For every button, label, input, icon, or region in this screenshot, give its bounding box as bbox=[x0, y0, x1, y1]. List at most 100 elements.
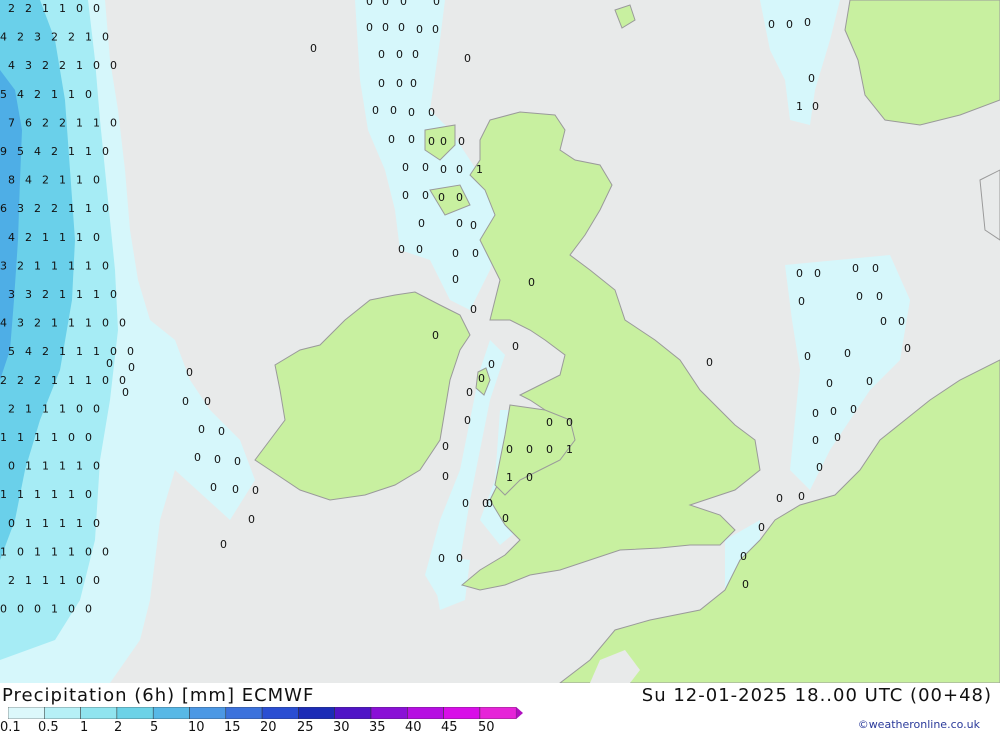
precip-value: 1 bbox=[76, 345, 83, 358]
legend-swatch bbox=[225, 707, 263, 719]
credit-text[interactable]: ©weatheronline.co.uk bbox=[858, 718, 980, 731]
precip-value: 1 bbox=[68, 202, 75, 215]
precip-value: 0 bbox=[85, 88, 92, 101]
precip-value: 0 bbox=[382, 0, 389, 8]
precip-value: 1 bbox=[59, 2, 66, 15]
precip-value: 1 bbox=[85, 202, 92, 215]
precip-value: 0 bbox=[102, 145, 109, 158]
precip-value: 2 bbox=[17, 374, 24, 387]
precip-value: 2 bbox=[42, 288, 49, 301]
precip-value: 0 bbox=[470, 219, 477, 232]
precip-value: 0 bbox=[93, 460, 100, 473]
precip-value: 0 bbox=[428, 106, 435, 119]
precip-value: 0 bbox=[372, 104, 379, 117]
legend-swatch bbox=[44, 707, 81, 719]
precip-value: 0 bbox=[782, 0, 789, 3]
precip-value: 1 bbox=[51, 603, 58, 616]
precip-value: 0 bbox=[93, 2, 100, 15]
precip-value: 0 bbox=[68, 431, 75, 444]
precip-value: 0 bbox=[442, 470, 449, 483]
precip-value: 0 bbox=[800, 0, 807, 3]
precip-value: 4 bbox=[0, 317, 7, 330]
precip-value: 2 bbox=[25, 231, 32, 244]
precip-value: 2 bbox=[51, 31, 58, 44]
precip-value: 0 bbox=[218, 425, 225, 438]
precip-value: 0 bbox=[470, 303, 477, 316]
precip-value: 0 bbox=[106, 357, 113, 370]
precip-value: 0 bbox=[248, 513, 255, 526]
precip-value: 2 bbox=[51, 145, 58, 158]
precip-value: 3 bbox=[0, 259, 7, 272]
precip-value: 0 bbox=[850, 403, 857, 416]
precip-value: 0 bbox=[830, 405, 837, 418]
precip-value: 1 bbox=[34, 259, 41, 272]
precip-value: 0 bbox=[898, 315, 905, 328]
precip-value: 0 bbox=[194, 451, 201, 464]
precip-value: 0 bbox=[366, 21, 373, 34]
precip-value: 1 bbox=[59, 574, 66, 587]
legend-swatch bbox=[116, 707, 154, 719]
precip-value: 0 bbox=[816, 461, 823, 474]
precip-value: 2 bbox=[17, 259, 24, 272]
precip-value: 0 bbox=[76, 402, 83, 415]
precip-value: 4 bbox=[17, 88, 24, 101]
precip-value: 2 bbox=[51, 202, 58, 215]
precip-value: 0 bbox=[232, 483, 239, 496]
precip-value: 9 bbox=[0, 145, 7, 158]
precip-value: 0 bbox=[438, 191, 445, 204]
precip-value: 0 bbox=[438, 552, 445, 565]
precip-value: 2 bbox=[42, 174, 49, 187]
precip-value: 0 bbox=[416, 23, 423, 36]
precip-value: 1 bbox=[25, 574, 32, 587]
precip-value: 4 bbox=[0, 31, 7, 44]
precip-value: 0 bbox=[396, 77, 403, 90]
precip-value: 0 bbox=[488, 358, 495, 371]
precip-value: 0 bbox=[432, 23, 439, 36]
precip-value: 0 bbox=[422, 189, 429, 202]
precip-value: 0 bbox=[252, 484, 259, 497]
precip-value: 1 bbox=[42, 460, 49, 473]
precip-value: 0 bbox=[102, 545, 109, 558]
precip-value: 0 bbox=[844, 347, 851, 360]
precip-value: 1 bbox=[76, 517, 83, 530]
precip-value: 0 bbox=[466, 386, 473, 399]
precip-value: 1 bbox=[59, 288, 66, 301]
legend-swatch bbox=[407, 707, 444, 719]
precip-value: 0 bbox=[412, 48, 419, 61]
precip-value: 3 bbox=[25, 288, 32, 301]
precip-value: 0 bbox=[456, 217, 463, 230]
precip-value: 0 bbox=[410, 77, 417, 90]
precip-value: 0 bbox=[452, 247, 459, 260]
precip-value: 0 bbox=[93, 59, 100, 72]
precip-value: 3 bbox=[17, 202, 24, 215]
precip-value: 1 bbox=[476, 163, 483, 176]
precip-value: 0 bbox=[462, 497, 469, 510]
precip-value: 1 bbox=[51, 88, 58, 101]
precip-value: 0 bbox=[408, 133, 415, 146]
precip-value: 0 bbox=[852, 262, 859, 275]
precip-value: 1 bbox=[51, 488, 58, 501]
precip-value: 2 bbox=[68, 31, 75, 44]
precip-value: 0 bbox=[408, 106, 415, 119]
color-legend bbox=[8, 707, 523, 719]
precip-value: 0 bbox=[826, 377, 833, 390]
precip-value: 0 bbox=[0, 603, 7, 616]
precip-value: 4 bbox=[8, 59, 15, 72]
precip-value: 0 bbox=[388, 133, 395, 146]
precip-value: 6 bbox=[25, 116, 32, 129]
precip-value: 1 bbox=[51, 259, 58, 272]
precip-value: 0 bbox=[432, 329, 439, 342]
precip-value: 1 bbox=[76, 231, 83, 244]
precip-value: 0 bbox=[398, 21, 405, 34]
precip-value: 1 bbox=[68, 488, 75, 501]
precip-value: 1 bbox=[76, 460, 83, 473]
precip-value: 0 bbox=[17, 603, 24, 616]
precip-value: 4 bbox=[34, 145, 41, 158]
precip-value: 0 bbox=[418, 217, 425, 230]
precipitation-map[interactable]: 2 2 1 1 0 04 2 3 2 2 1 04 3 2 2 1 0 05 4 2 1 1 07 6 2 2 1 1 09 5 4 2 1 1 0… bbox=[0, 0, 1000, 683]
precip-value: 1 bbox=[68, 145, 75, 158]
precip-value: 0 bbox=[904, 342, 911, 355]
precip-value: 2 bbox=[59, 59, 66, 72]
precip-value: 1 bbox=[17, 488, 24, 501]
precip-value: 0 bbox=[512, 340, 519, 353]
